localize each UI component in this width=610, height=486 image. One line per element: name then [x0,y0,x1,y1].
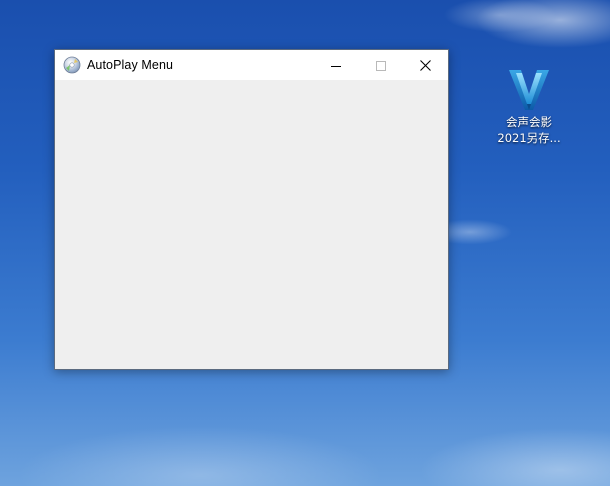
maximize-button[interactable] [358,50,403,80]
autoplay-window: AutoPlay Menu [54,49,449,370]
desktop-shortcut-label-line1: 会声会影 [506,115,552,129]
maximize-icon [375,56,386,75]
close-icon [420,56,431,75]
window-titlebar[interactable]: AutoPlay Menu [55,50,448,80]
desktop-shortcut-videostudio[interactable]: 会声会影 2021另存... [492,66,566,146]
desktop-shortcut-label-line2: 2021另存... [497,131,561,145]
window-controls [313,50,448,80]
minimize-icon [330,56,341,75]
cd-disc-icon [63,56,81,74]
videostudio-v-logo-icon [507,66,551,114]
close-button[interactable] [403,50,448,80]
window-client-area [55,80,448,369]
minimize-button[interactable] [313,50,358,80]
window-title: AutoPlay Menu [87,58,174,72]
